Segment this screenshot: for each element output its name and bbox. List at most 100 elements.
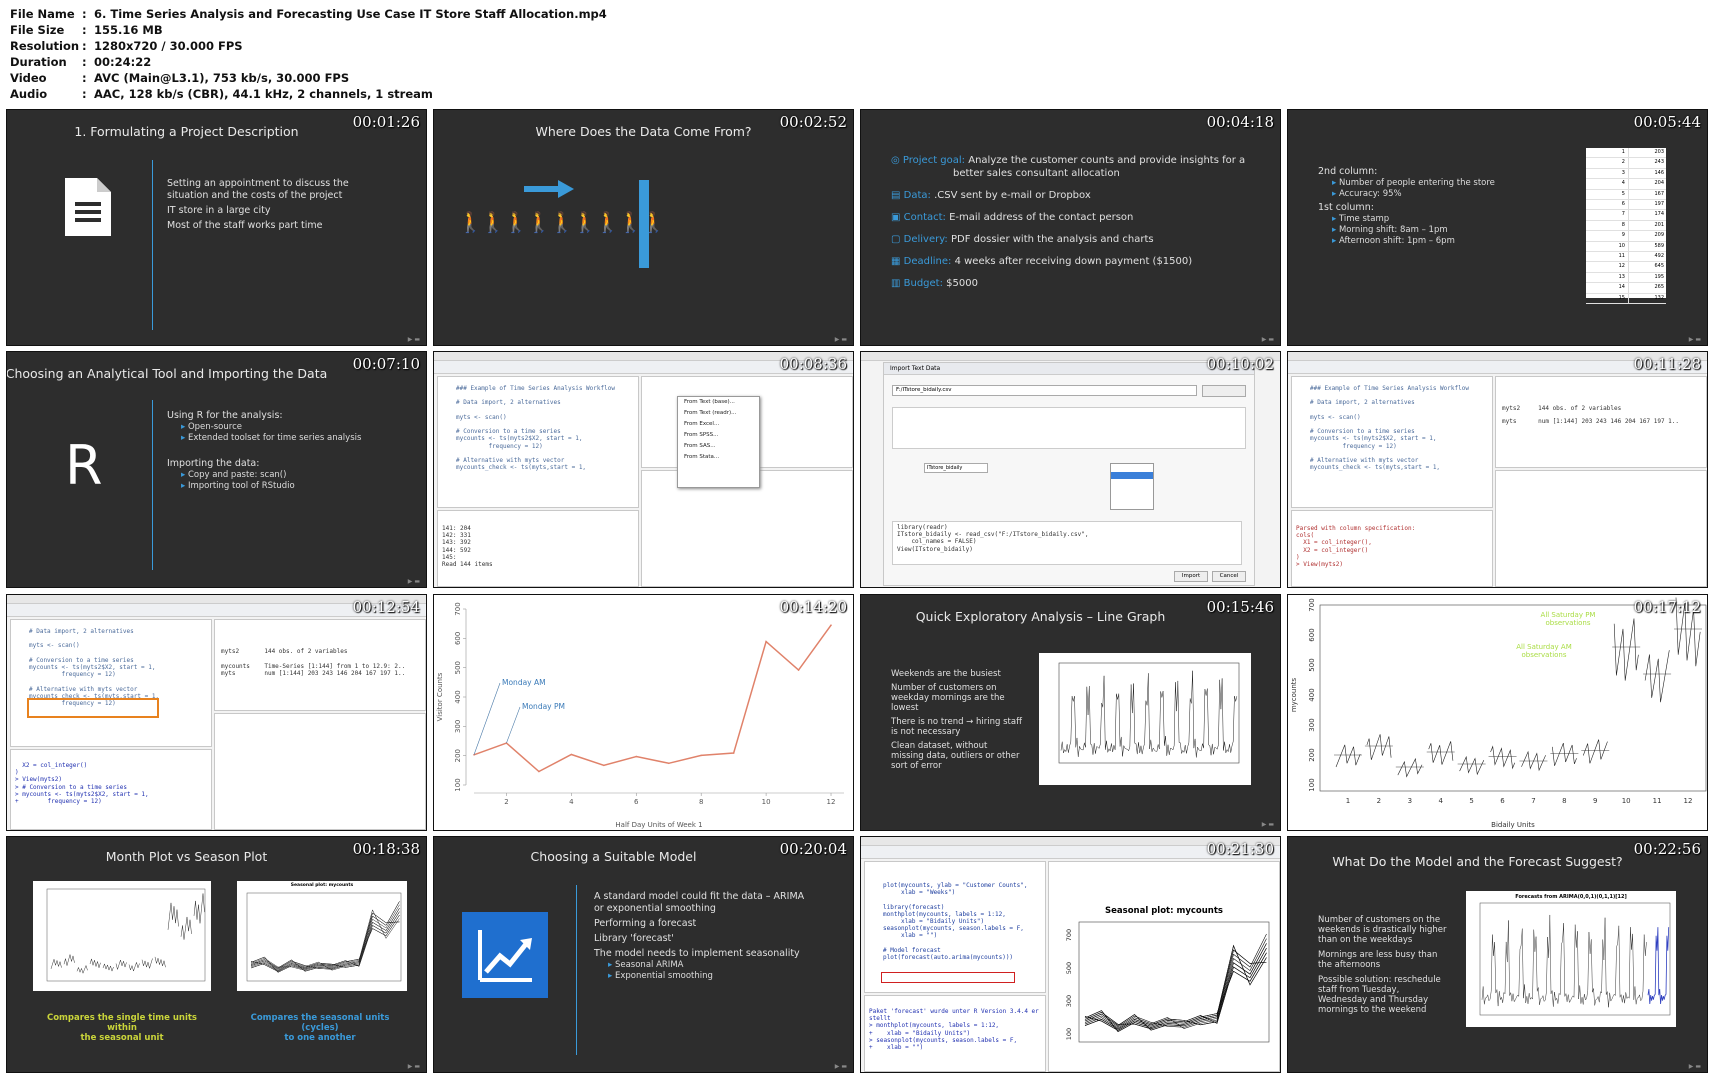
source-pane: plot(mycounts, ylab = "Customer Counts",… <box>864 861 1046 993</box>
thumbnail-13[interactable]: 00:18:38 Month Plot vs Season Plot Seaso… <box>6 836 427 1073</box>
sheet-row: 5 167 <box>1586 189 1666 201</box>
timestamp: 00:05:44 <box>1633 113 1701 131</box>
thumbnail-12[interactable]: 00:17:12 1 2 3 4 5 6 7 8 9 10 11 12 100 200 300 400 500 6… <box>1287 594 1708 831</box>
source-pane: # Data import, 2 alternatives myts <- sc… <box>10 619 212 747</box>
delimiter-dropdown[interactable] <box>1110 463 1154 510</box>
sheet-row: 11 492 <box>1586 252 1666 263</box>
thumbnail-10[interactable]: 00:14:20 100 200 300 400 500 600 700 2 4 6 8 10 12 Vi… <box>433 594 854 831</box>
thumbnail-14[interactable]: 00:20:04 Choosing a Suitable Model A sta… <box>433 836 854 1073</box>
month-series <box>193 893 205 924</box>
watermark: ▶ ▬ <box>407 578 420 585</box>
thumbnail-16[interactable]: 00:22:56 What Do the Model and the Forec… <box>1287 836 1708 1073</box>
thumbnail-8[interactable]: 00:11:28 ### Example of Time Series Anal… <box>1287 351 1708 588</box>
month-series <box>1552 742 1577 766</box>
import-name-field[interactable]: ITstore_bidaily <box>924 463 988 473</box>
season-series <box>1084 944 1267 1030</box>
season-series <box>1084 947 1267 1031</box>
season-series <box>250 901 400 970</box>
file-url-field[interactable]: F:/ITstore_bidaily.csv <box>892 385 1197 396</box>
caption-month-plot: Compares the single time units within the… <box>46 1013 197 1043</box>
file-metadata: File Name:6. Time Series Analysis and Fo… <box>10 7 607 101</box>
browse-button[interactable] <box>1202 385 1246 397</box>
project-list: ◎ Project goal: Analyze the customer cou… <box>891 155 1246 289</box>
thumbnail-11[interactable]: 00:15:46 Quick Exploratory Analysis – Li… <box>860 594 1281 831</box>
cancel-button[interactable]: Cancel <box>1212 571 1246 582</box>
month-series <box>1644 650 1670 703</box>
forecast-plot-preview: Forecasts from ARIMA(0,0,1)(0,1,1)[12] <box>1466 891 1676 1027</box>
data-point <box>830 624 832 626</box>
season-series <box>1084 947 1267 1031</box>
thumbnail-1[interactable]: 00:01:26 1. Formulating a Project Descri… <box>6 109 427 346</box>
y-tick-label: 400 <box>454 690 462 703</box>
y-tick-label: 300 <box>454 720 462 733</box>
x-tick-label: 10 <box>1622 797 1631 805</box>
season-series <box>1084 933 1267 1028</box>
thumbnail-2[interactable]: 00:02:52 Where Does the Data Come From? … <box>433 109 854 346</box>
month-series <box>89 957 101 969</box>
menu-item[interactable]: From Excel... <box>684 419 759 430</box>
timestamp: 00:10:02 <box>1206 355 1274 373</box>
x-tick-label: 8 <box>1562 797 1566 805</box>
caption-season-plot: Compares the seasonal units (cycles) to o… <box>250 1013 390 1043</box>
thumbnail-4[interactable]: 00:05:44 2nd column: Number of people en… <box>1287 109 1708 346</box>
watermark: ▶ ▬ <box>834 1063 847 1070</box>
console-output: Parsed with column specification: cols( … <box>1296 525 1416 569</box>
sheet-row: 14 265 <box>1586 283 1666 294</box>
timestamp: 00:12:54 <box>352 598 420 616</box>
thumbnail-15[interactable]: 00:21:30 plot(mycounts, ylab = "Customer… <box>860 836 1281 1073</box>
console-output: Paket 'forecast' wurde unter R Version 3… <box>869 1008 1039 1052</box>
month-series <box>1428 741 1454 765</box>
month-series <box>154 956 166 968</box>
console-pane: 141: 204 142: 331 143: 392 144: 592 145:… <box>437 510 639 587</box>
data-point <box>570 753 573 756</box>
column-notes: 2nd column: Number of people entering th… <box>1318 166 1495 247</box>
highlight-box <box>881 972 1015 983</box>
import-dataset-menu[interactable]: From Text (base)... From Text (readr)...… <box>677 396 760 488</box>
sheet-row: 2 243 <box>1586 158 1666 169</box>
people-icons: 🚶🚶🚶🚶🚶🚶🚶🚶🚶 <box>458 210 666 234</box>
thumbnail-7[interactable]: 00:10:02 Import Text Data F:/ITstore_bid… <box>860 351 1281 588</box>
month-series <box>102 963 114 972</box>
x-tick-label: 8 <box>699 798 703 806</box>
chart-trend-icon <box>462 912 548 998</box>
thumbnail-5[interactable]: 00:07:10 Choosing an Analytical Tool and… <box>6 351 427 588</box>
annotation-saturday-am: observations <box>1521 651 1566 659</box>
import-button[interactable]: Import <box>1174 571 1208 582</box>
month-series <box>141 958 153 970</box>
menu-item[interactable]: From Text (base)... <box>684 397 759 408</box>
x-tick-label: 7 <box>1531 797 1535 805</box>
season-series <box>250 904 400 971</box>
line-graph-preview <box>1039 653 1251 785</box>
season-series <box>1084 949 1267 1031</box>
month-series <box>1397 757 1423 778</box>
menu-item[interactable]: From Stata... <box>684 452 759 463</box>
menu-item[interactable]: From SAS... <box>684 441 759 452</box>
source-pane: ### Example of Time Series Analysis Work… <box>1291 376 1493 508</box>
y-tick-label: 700 <box>1308 598 1316 611</box>
season-series <box>250 908 400 971</box>
sheet-row: 8 201 <box>1586 220 1666 232</box>
sheet-row: 15 132 <box>1586 293 1666 305</box>
y-axis-label: Visitor Counts <box>436 672 444 721</box>
slide-body: Number of customers on the weekends is dr… <box>1318 915 1447 1015</box>
annotation-line <box>473 682 501 755</box>
slide-body: A standard model could fit the data – AR… <box>594 891 804 982</box>
timestamp: 00:11:28 <box>1633 355 1701 373</box>
data-point <box>603 764 605 767</box>
thumbnail-3[interactable]: 00:04:18 ◎ Project goal: Analyze the cus… <box>860 109 1281 346</box>
watermark: ▶ ▬ <box>1261 821 1274 828</box>
menu-item[interactable]: From Text (readr)... <box>684 408 759 419</box>
thumbnail-9[interactable]: 00:12:54 # Data import, 2 alternatives m… <box>6 594 427 831</box>
month-series <box>1613 618 1639 681</box>
menu-item[interactable]: From SPSS... <box>684 430 759 441</box>
x-tick-label: 5 <box>1469 797 1473 805</box>
document-icon: ▢ <box>891 234 904 245</box>
x-tick-label: 9 <box>1593 797 1597 805</box>
month-series <box>1582 739 1608 764</box>
console-pane: X2 = col_integer() ) > View(myts2) > # C… <box>10 749 212 830</box>
plot-frame <box>1479 902 1671 1016</box>
thumbnail-6[interactable]: 00:08:36 ### Example of Time Series Anal… <box>433 351 854 588</box>
x-tick-label: 11 <box>1653 797 1662 805</box>
season-series <box>250 912 400 972</box>
timestamp: 00:22:56 <box>1633 840 1701 858</box>
